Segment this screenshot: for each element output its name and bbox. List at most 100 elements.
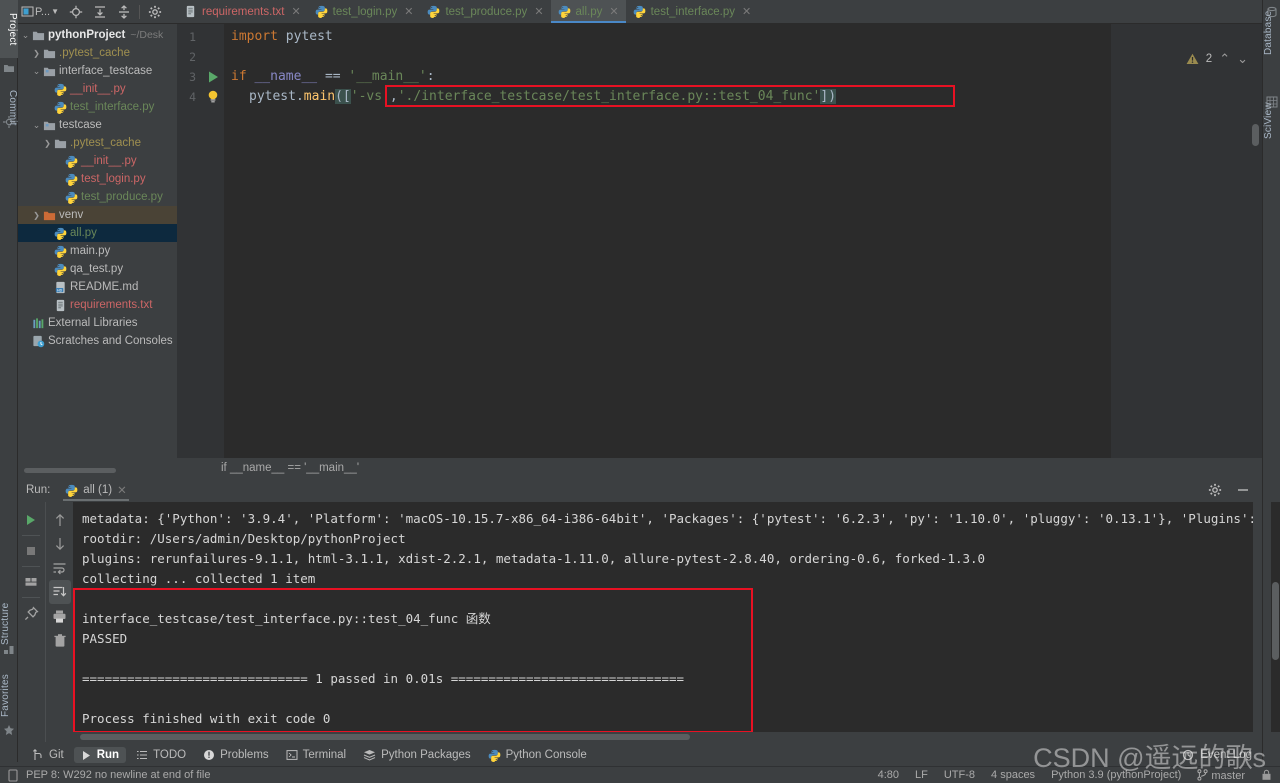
tree-item-venv[interactable]: ❯ venv [18,206,177,224]
editor-tab-bar[interactable]: requirements.txt ✕ test_login.py ✕ test_prod… [177,0,1262,24]
console-hscrollbar-track[interactable] [73,732,1262,742]
bottom-tab-git[interactable]: Git [25,747,71,763]
project-tree-hscrollbar-track[interactable] [18,466,177,475]
tree-item-testcase[interactable]: ⌄ testcase [18,116,177,134]
scroll-down-icon[interactable] [49,532,71,556]
chevron-right-icon[interactable]: ❯ [31,211,42,220]
editor-gutter[interactable]: 1 2 3 4 [177,24,224,462]
editor-tab-all-py[interactable]: all.py ✕ [550,0,626,23]
editor-vscrollbar-thumb[interactable] [1252,124,1259,146]
tree-item-test-produce-py[interactable]: test_produce.py [18,188,177,206]
print-icon[interactable] [49,604,71,628]
python-file-icon [315,5,328,18]
bottom-tab-run[interactable]: Run [73,747,127,763]
line-separator[interactable]: LF [915,769,928,781]
run-icon[interactable] [20,508,42,532]
breadcrumb[interactable]: if __name__ == '__main__' [177,458,1262,478]
python-interpreter[interactable]: Python 3.9 (pythonProject) [1051,769,1181,781]
intention-bulb-icon[interactable] [206,89,220,105]
editor-tab-label: test_produce.py [445,5,528,18]
bottom-tab-python-packages[interactable]: Python Packages [356,747,478,763]
scroll-up-icon[interactable] [49,508,71,532]
tree-item-readme-md[interactable]: HD README.md [18,278,177,296]
tree-item-scratches-and-consoles[interactable]: Scratches and Consoles [18,332,177,350]
gear-icon[interactable] [1208,483,1222,497]
code-editor[interactable]: 1 2 3 4 import pytest if __name__ == '__… [177,24,1262,462]
bottom-tool-window-bar[interactable]: Git Run TODO Problems Terminal Python Package… [18,744,1262,766]
editor-code-area[interactable]: import pytest if __name__ == '__main__':… [224,24,1262,462]
tree-item-label: __init__.py [70,83,126,95]
project-tree-hscrollbar-thumb[interactable] [24,468,116,473]
project-selector[interactable]: P... ▼ [21,2,63,22]
editor-tab-test-produce-py[interactable]: test_produce.py ✕ [420,0,550,23]
console-vscrollbar-thumb[interactable] [1272,582,1279,660]
run-tab-all[interactable]: all (1) ✕ [59,479,132,501]
close-icon[interactable]: ✕ [534,5,543,18]
minimize-icon[interactable] [1236,483,1250,497]
sidebar-item-project[interactable]: Project [0,0,18,58]
tree-item-qa-test-py[interactable]: qa_test.py [18,260,177,278]
tree-item--pytest-cache[interactable]: ❯ .pytest_cache [18,44,177,62]
bottom-tab-label: Python Packages [381,749,471,761]
chevron-right-icon[interactable]: ❯ [42,139,53,148]
chevron-down-icon[interactable]: ⌄ [20,30,31,41]
tree-item-all-py[interactable]: all.py [18,224,177,242]
tree-item-main-py[interactable]: main.py [18,242,177,260]
gear-icon[interactable] [144,2,166,22]
close-icon[interactable]: ✕ [404,5,413,18]
tree-item-test-login-py[interactable]: test_login.py [18,170,177,188]
project-tree[interactable]: ⌄ pythonProject ~/Desk ❯ .pytest_cache ⌄ inter… [18,24,177,462]
prev-highlight-icon[interactable]: ⌃ [1219,51,1230,67]
collapse-all-icon[interactable] [113,2,135,22]
tree-item-pythonproject[interactable]: ⌄ pythonProject ~/Desk [18,26,177,44]
tree-item--pytest-cache[interactable]: ❯ .pytest_cache [18,134,177,152]
locate-icon[interactable] [65,2,87,22]
editor-tab-test-interface-py[interactable]: test_interface.py ✕ [626,0,759,23]
editor-tab-requirements-txt[interactable]: requirements.txt ✕ [177,0,308,23]
lock-icon[interactable] [1261,769,1272,781]
bottom-tab-problems[interactable]: Problems [196,747,276,763]
stop-icon[interactable] [20,539,42,563]
file-encoding[interactable]: UTF-8 [944,769,975,781]
bottom-tab-python-console[interactable]: Python Console [481,747,594,764]
close-icon[interactable]: ✕ [742,5,751,18]
run-gutter-icon[interactable] [207,70,220,84]
tree-item-label: __init__.py [81,155,137,167]
run-panel-label: Run: [26,484,51,496]
line-number: 3 [189,70,196,84]
tree-item-test-interface-py[interactable]: test_interface.py [18,98,177,116]
tree-item-interface-testcase[interactable]: ⌄ interface_testcase [18,62,177,80]
next-highlight-icon[interactable]: ⌄ [1237,51,1248,67]
bottom-tab-label: Python Console [505,749,587,761]
close-icon[interactable]: ✕ [117,483,127,497]
layout-icon[interactable] [20,570,42,594]
pin-icon[interactable] [20,601,42,625]
run-console-output[interactable]: metadata: {'Python': '3.9.4', 'Platform'… [73,502,1253,732]
tree-item-requirements-txt[interactable]: requirements.txt [18,296,177,314]
chevron-right-icon[interactable]: ❯ [31,49,42,58]
close-icon[interactable]: ✕ [609,5,618,18]
scroll-to-end-icon[interactable] [48,580,71,604]
caret-position[interactable]: 4:80 [878,769,899,781]
inspection-status[interactable]: 2 ⌃ ⌄ [1186,51,1248,67]
chevron-down-icon[interactable]: ⌄ [31,120,42,131]
sidebar-item-project-label: Project [7,12,18,46]
bottom-tab-terminal[interactable]: Terminal [279,747,353,763]
trash-icon[interactable] [49,628,71,652]
soft-wrap-icon[interactable] [49,556,71,580]
tree-item-label: test_interface.py [70,101,155,113]
tree-item-external-libraries[interactable]: External Libraries [18,314,177,332]
tree-item--init-py[interactable]: __init__.py [18,152,177,170]
indent-setting[interactable]: 4 spaces [991,769,1035,781]
console-vscrollbar-track[interactable] [1271,502,1280,732]
close-icon[interactable]: ✕ [291,5,300,18]
bottom-tab-todo[interactable]: TODO [129,747,193,763]
expand-all-icon[interactable] [89,2,111,22]
git-branch[interactable]: master [1197,768,1245,782]
bottom-tab-event-log[interactable]: Event Log [1182,749,1262,761]
tree-item--init-py[interactable]: __init__.py [18,80,177,98]
chevron-down-icon[interactable]: ⌄ [31,66,42,77]
console-hscrollbar-thumb[interactable] [80,734,690,740]
sidebar-item-favorites[interactable]: Favorites [0,666,18,726]
editor-tab-test-login-py[interactable]: test_login.py ✕ [308,0,421,23]
